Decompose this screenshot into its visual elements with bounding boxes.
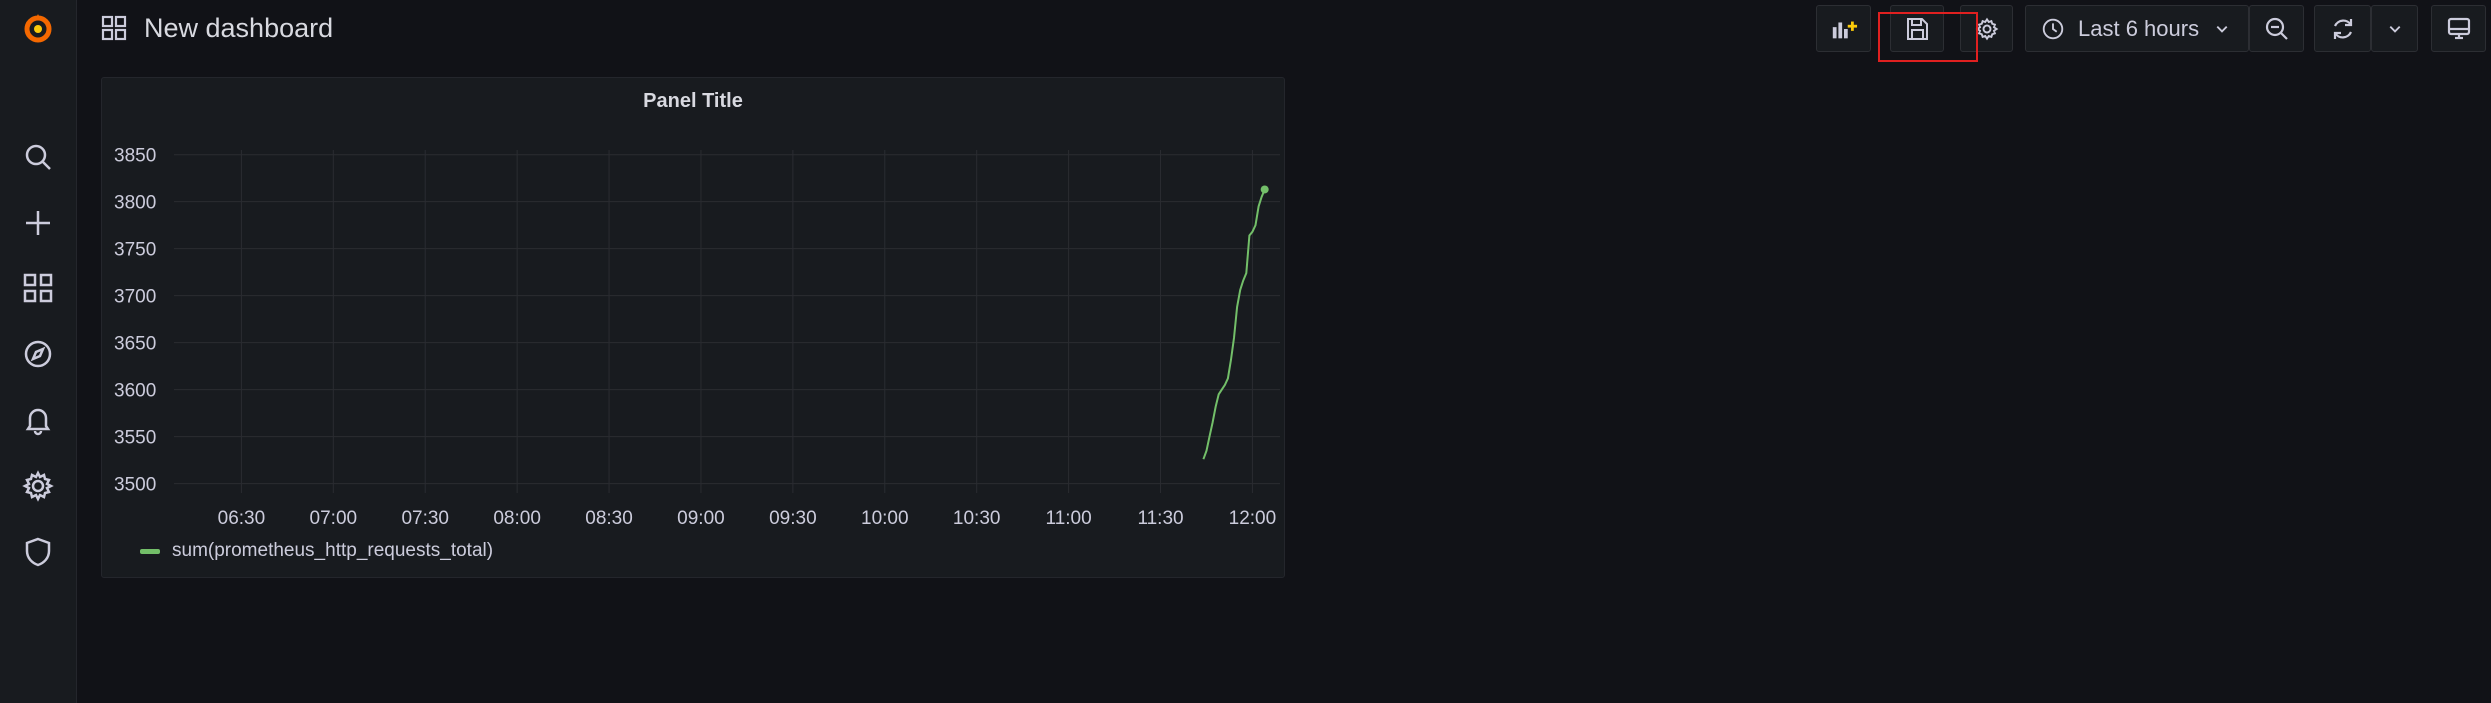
- dashboards-icon[interactable]: [16, 266, 60, 310]
- plus-icon[interactable]: [16, 201, 60, 245]
- grafana-logo-icon[interactable]: [16, 6, 60, 50]
- clock-icon: [2042, 18, 2064, 39]
- dashboard-title[interactable]: New dashboard: [144, 13, 333, 44]
- legend-color-swatch: [140, 548, 160, 554]
- add-panel-icon: [1832, 21, 1857, 38]
- zoom-out-button[interactable]: [2249, 5, 2304, 52]
- y-tick-label: 3550: [114, 428, 156, 449]
- x-tick-label: 09:00: [677, 508, 725, 528]
- y-tick-label: 3850: [114, 146, 156, 167]
- legend: sum(prometheus_http_requests_total): [140, 540, 493, 562]
- refresh-icon: [2333, 18, 2352, 39]
- x-tick-label: 07:30: [401, 508, 449, 528]
- search-icon[interactable]: [16, 135, 60, 179]
- x-tick-label: 12:00: [1229, 508, 1277, 528]
- save-dashboard-button[interactable]: [1890, 5, 1944, 52]
- dashboard-title-bar: New dashboard: [100, 8, 333, 48]
- y-tick-label: 3500: [114, 475, 156, 496]
- gear-icon: [1975, 17, 1998, 40]
- x-tick-label: 08:00: [493, 508, 541, 528]
- x-tick-label: 08:30: [585, 508, 633, 528]
- x-tick-label: 10:30: [953, 508, 1001, 528]
- shield-icon[interactable]: [16, 530, 60, 574]
- refresh-button[interactable]: [2314, 5, 2371, 52]
- series-line[interactable]: [1202, 189, 1266, 460]
- y-tick-label: 3800: [114, 193, 156, 214]
- x-tick-label: 11:00: [1046, 508, 1092, 528]
- x-tick-label: 09:30: [769, 508, 817, 528]
- time-picker-button[interactable]: Last 6 hours: [2025, 5, 2249, 52]
- bell-icon[interactable]: [16, 398, 60, 442]
- explore-icon[interactable]: [16, 332, 60, 376]
- legend-series-label[interactable]: sum(prometheus_http_requests_total): [172, 540, 493, 562]
- x-tick-label: 11:30: [1137, 508, 1183, 528]
- refresh-interval-dropdown[interactable]: [2371, 5, 2418, 52]
- monitor-icon: [2447, 17, 2470, 39]
- chevron-down-icon: [2216, 25, 2228, 33]
- sidebar: [0, 0, 77, 703]
- gear-icon[interactable]: [16, 464, 60, 508]
- y-tick-label: 3600: [114, 381, 156, 402]
- y-tick-label: 3650: [114, 334, 156, 355]
- time-range-label: Last 6 hours: [2078, 15, 2200, 41]
- x-tick-label: 10:00: [861, 508, 909, 528]
- save-icon: [1907, 17, 1928, 40]
- last-data-point[interactable]: [1260, 185, 1269, 194]
- time-series-chart[interactable]: 3500 3550 3600 3650 3700 3750 3800 3850 06:30 07:…: [102, 78, 1284, 528]
- x-tick-label: 06:30: [218, 508, 266, 528]
- y-tick-label: 3700: [114, 287, 156, 308]
- tv-mode-button[interactable]: [2431, 5, 2486, 52]
- x-tick-label: 07:00: [310, 508, 358, 528]
- y-tick-label: 3750: [114, 240, 156, 261]
- chevron-down-icon: [2389, 25, 2400, 33]
- dashboard-settings-button[interactable]: [1960, 5, 2013, 52]
- graph-panel: Panel Title 3500 3550 3600 3650 3700 3750 3800…: [101, 77, 1285, 578]
- add-panel-button[interactable]: [1816, 5, 1871, 52]
- dashboard-grid-icon: [101, 15, 127, 41]
- zoom-out-icon: [2265, 17, 2288, 40]
